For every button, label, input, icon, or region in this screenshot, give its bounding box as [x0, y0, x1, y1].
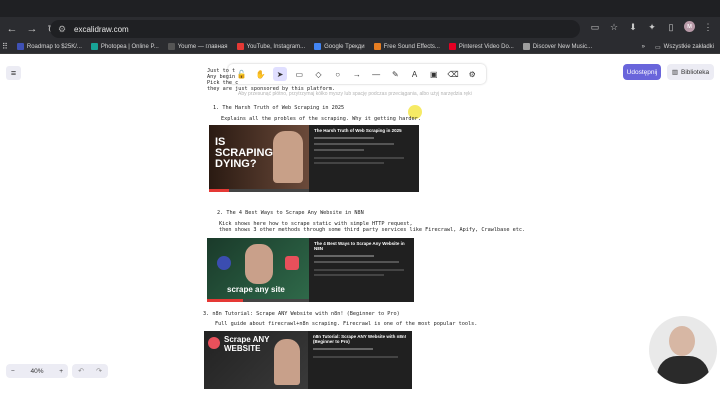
site-info-icon[interactable]: ⚙ — [58, 24, 68, 34]
undo-button[interactable]: ↶ — [78, 367, 84, 375]
download-icon[interactable]: ⬇ — [627, 21, 639, 33]
zoom-level[interactable]: 40% — [30, 368, 43, 375]
bookmark-favicon — [448, 43, 456, 50]
bookmarks-overflow-button[interactable]: » — [642, 44, 645, 50]
bookmarks-right: » ▭ Wszystkie zakładki — [642, 40, 714, 54]
arrow-icon[interactable]: → — [350, 67, 364, 81]
presenter-figure — [273, 131, 303, 183]
intro-line: they are just sponsored by this platform… — [207, 86, 336, 92]
line-icon[interactable]: — — [369, 67, 383, 81]
item-heading: 3. n8n Tutorial: Scrape ANY Website with… — [203, 311, 400, 317]
diamond-icon[interactable]: ◇ — [311, 67, 325, 81]
zoom-controls: − 40% + — [6, 364, 68, 378]
profile-avatar[interactable]: м — [684, 21, 695, 32]
bookmarks-bar: ⠿ Roadmap to $25K/... Photopea | Online … — [0, 40, 720, 54]
thumbnail-text: scrape any site — [227, 285, 285, 294]
bookmark-favicon — [314, 43, 322, 50]
ellipse-icon[interactable]: ○ — [331, 67, 345, 81]
bookmark-favicon — [522, 43, 530, 50]
video-thumbnail: Scrape ANY WEBSITE — [204, 331, 308, 389]
apps-icon[interactable]: ⠿ — [2, 42, 8, 51]
bookmark-item[interactable]: Pinterest Video Do... — [448, 43, 514, 50]
tab-strip — [0, 0, 720, 12]
webcam-overlay — [649, 316, 717, 384]
text-icon[interactable]: A — [408, 67, 422, 81]
sidepanel-icon[interactable]: ▯ — [665, 21, 677, 33]
all-bookmarks-link[interactable]: Wszystkie zakładki — [664, 44, 714, 50]
video-title: n8n Tutorial: Scrape ANY Website with n8… — [313, 334, 407, 344]
hand-icon[interactable]: ✋ — [254, 67, 268, 81]
progress-bar — [207, 299, 309, 302]
bookmark-favicon — [90, 43, 98, 50]
bookmark-item[interactable]: Roadmap to $25K/... — [16, 43, 82, 50]
library-icon: ▥ — [671, 69, 678, 76]
zoom-out-button[interactable]: − — [11, 368, 15, 375]
webcam-body — [657, 356, 709, 384]
bookmark-item[interactable]: Free Sound Effects... — [373, 43, 440, 50]
bookmark-item[interactable]: Google Трекди — [314, 43, 365, 50]
thumbnail-text: IS SCRAPING DYING? — [215, 136, 274, 170]
url-text: excalidraw.com — [74, 24, 129, 34]
video-details-panel: The Harsh Truth of Web Scraping in 2025 — [309, 125, 419, 192]
item-desc: Full guide about firecrawl+n8n scraping.… — [215, 321, 478, 327]
presenter-figure — [245, 244, 273, 284]
bookmark-item[interactable]: Discover New Music... — [522, 43, 592, 50]
n8n-logo-icon — [208, 337, 220, 349]
forward-icon[interactable]: → — [24, 21, 40, 37]
bookmark-favicon — [373, 43, 381, 50]
video-details-panel: The 4 Best Ways to Scrape Any Website in… — [309, 238, 414, 302]
library-button[interactable]: ▥ Biblioteka — [667, 64, 714, 80]
video-screenshot-3[interactable]: Scrape ANY WEBSITE n8n Tutorial: Scrape … — [204, 331, 412, 389]
back-icon[interactable]: ← — [4, 21, 20, 37]
lock-icon[interactable]: 🔓 — [235, 67, 249, 81]
app-logo-icon — [217, 256, 231, 270]
browser-actions: ▭ ☆ ⬇ ✦ ▯ м ⋮ — [589, 21, 714, 33]
undo-redo-controls: ↶ ↷ — [72, 364, 108, 378]
bookmark-item[interactable]: Youme — главная — [167, 43, 228, 50]
video-screenshot-1[interactable]: IS SCRAPING DYING? The Harsh Truth of We… — [209, 125, 419, 192]
video-title: The 4 Best Ways to Scrape Any Website in… — [314, 241, 405, 251]
presenter-figure — [274, 339, 300, 385]
hamburger-icon: ≡ — [10, 68, 17, 78]
item-desc: Explains all the probles of the scraping… — [221, 116, 421, 122]
omnibox[interactable]: ⚙ excalidraw.com — [50, 20, 580, 38]
bookmark-favicon — [167, 43, 175, 50]
item-heading: 1. The Harsh Truth of Web Scraping in 20… — [213, 105, 345, 111]
thumbnail-text: Scrape ANY WEBSITE — [224, 335, 270, 353]
select-icon[interactable]: ➤ — [273, 67, 288, 81]
bookmark-favicon — [236, 43, 244, 50]
library-label: Biblioteka — [680, 68, 710, 76]
item-heading: 2. The 4 Best Ways to Scrape Any Website… — [217, 210, 364, 216]
n8n-logo-icon — [285, 256, 299, 270]
bookmark-star-icon[interactable]: ☆ — [608, 21, 620, 33]
video-screenshot-2[interactable]: scrape any site The 4 Best Ways to Scrap… — [207, 238, 414, 302]
share-button[interactable]: Udostępnij — [623, 64, 661, 80]
pencil-icon[interactable]: ✎ — [388, 67, 402, 81]
folder-icon: ▭ — [654, 44, 661, 51]
bookmark-favicon — [16, 43, 24, 50]
rectangle-icon[interactable]: ▭ — [292, 67, 306, 81]
excalidraw-canvas[interactable]: ≡ 🔓 ✋ ➤ ▭ ◇ ○ → — ✎ A ▣ ⌫ ⚙ Udostępnij ▥… — [0, 55, 720, 404]
item-desc: then shows 3 other methods through some … — [219, 227, 526, 233]
video-thumbnail: IS SCRAPING DYING? — [209, 125, 309, 192]
eraser-icon[interactable]: ⌫ — [446, 67, 460, 81]
shapes-toolbar: 🔓 ✋ ➤ ▭ ◇ ○ → — ✎ A ▣ ⌫ ⚙ — [228, 64, 486, 84]
install-icon[interactable]: ▭ — [589, 21, 601, 33]
bookmark-item[interactable]: YouTube, Instagram... — [236, 43, 305, 50]
main-menu-button[interactable]: ≡ — [6, 66, 21, 80]
redo-button[interactable]: ↷ — [96, 367, 102, 375]
bookmark-item[interactable]: Photopea | Online P... — [90, 43, 159, 50]
video-thumbnail: scrape any site — [207, 238, 309, 302]
webcam-face — [669, 326, 695, 356]
zoom-in-button[interactable]: + — [59, 368, 63, 375]
video-title: The Harsh Truth of Web Scraping in 2025 — [314, 128, 402, 133]
extensions-icon[interactable]: ✦ — [646, 21, 658, 33]
progress-bar — [209, 189, 309, 192]
browser-menu-icon[interactable]: ⋮ — [702, 21, 714, 33]
more-tools-icon[interactable]: ⚙ — [465, 67, 479, 81]
image-icon[interactable]: ▣ — [427, 67, 441, 81]
video-details-panel: n8n Tutorial: Scrape ANY Website with n8… — [308, 331, 412, 389]
